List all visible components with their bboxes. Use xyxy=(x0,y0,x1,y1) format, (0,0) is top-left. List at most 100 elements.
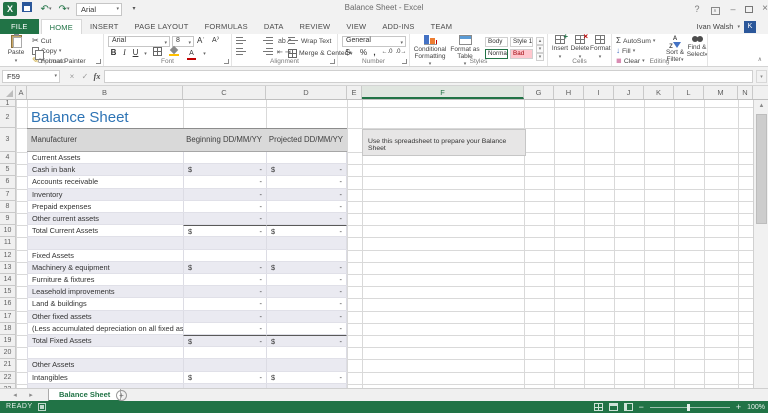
fill-button[interactable]: ↓Fill▾ xyxy=(616,46,655,56)
row-header-16[interactable]: 16 xyxy=(0,298,15,310)
cell-B22[interactable]: Intangibles xyxy=(27,372,183,383)
ribbon-tab-data[interactable]: DATA xyxy=(256,19,292,34)
align-center-icon[interactable] xyxy=(249,48,260,56)
row-header-21[interactable]: 21 xyxy=(0,359,15,371)
format-cells-button[interactable]: Format▾ xyxy=(590,35,610,60)
column-header-H[interactable]: H xyxy=(554,86,584,99)
align-bottom-icon[interactable] xyxy=(262,37,273,45)
number-format-select[interactable]: General▾ xyxy=(342,36,406,47)
underline-dropdown[interactable]: ▾ xyxy=(140,47,151,58)
align-left-icon[interactable] xyxy=(236,48,247,56)
cell-B15[interactable]: Leasehold improvements xyxy=(27,286,183,297)
save-button[interactable] xyxy=(21,2,33,16)
row-header-5[interactable]: 5 xyxy=(0,164,15,176)
cell-D21[interactable] xyxy=(266,359,347,370)
column-header-E[interactable]: E xyxy=(347,86,362,99)
restore-button[interactable] xyxy=(742,2,756,16)
cell-B9[interactable]: Other current assets xyxy=(27,213,183,224)
cut-button[interactable]: ✂Cut xyxy=(32,36,86,46)
row-header-11[interactable]: 11 xyxy=(0,237,15,249)
font-color-button[interactable]: A xyxy=(186,47,197,58)
font-family-select[interactable]: Arial▾ xyxy=(108,36,170,47)
column-header-D[interactable]: D xyxy=(266,86,347,99)
shrink-font-button[interactable]: Aˀ xyxy=(212,37,219,44)
cell-B6[interactable]: Accounts receivable xyxy=(27,176,183,187)
align-top-icon[interactable] xyxy=(236,37,247,45)
ribbon-tab-insert[interactable]: INSERT xyxy=(82,19,127,34)
row-header-1[interactable]: 1 xyxy=(0,100,15,107)
cell-D13[interactable]: $- xyxy=(266,262,347,273)
cell-C20[interactable] xyxy=(183,347,266,358)
ribbon-tab-view[interactable]: VIEW xyxy=(338,19,374,34)
cell-D18[interactable]: - xyxy=(266,323,347,334)
alignment-dialog-launcher[interactable] xyxy=(330,59,335,64)
cell-B18[interactable]: (Less accumulated depreciation on all fi… xyxy=(27,323,183,334)
cell-C11[interactable] xyxy=(183,237,266,248)
page-break-view-button[interactable] xyxy=(624,403,633,411)
formula-input[interactable] xyxy=(104,70,753,83)
column-header-F[interactable]: F xyxy=(362,86,524,99)
cell-D11[interactable] xyxy=(266,237,347,248)
column-header-C[interactable]: C xyxy=(183,86,266,99)
row-header-12[interactable]: 12 xyxy=(0,250,15,262)
cell-B19[interactable]: Total Fixed Assets xyxy=(27,335,183,346)
row-header-9[interactable]: 9 xyxy=(0,213,15,225)
enter-entry-button[interactable]: ✓ xyxy=(79,70,91,83)
cell-D12[interactable] xyxy=(266,250,347,261)
cell-C12[interactable] xyxy=(183,250,266,261)
worksheet-grid[interactable]: 1234567891011121314151617181920212223 Ba… xyxy=(0,100,768,388)
note-cell[interactable]: Use this spreadsheet to prepare your Bal… xyxy=(362,129,526,156)
ribbon-tab-review[interactable]: REVIEW xyxy=(292,19,339,34)
cell-D6[interactable]: - xyxy=(266,176,347,187)
cell-B11[interactable] xyxy=(27,237,183,248)
ribbon-display-options-button[interactable]: ∧ xyxy=(708,2,722,16)
user-account[interactable]: Ivan Walsh ▾ K xyxy=(697,19,756,34)
cell-B7[interactable]: Inventory xyxy=(27,189,183,200)
cell-B3[interactable]: Manufacturer xyxy=(27,129,183,151)
cell-C5[interactable]: $- xyxy=(183,164,266,175)
zoom-percentage[interactable]: 100% xyxy=(747,404,765,411)
comma-button[interactable]: , xyxy=(369,47,380,58)
row-header-19[interactable]: 19 xyxy=(0,335,15,347)
number-dialog-launcher[interactable] xyxy=(402,59,407,64)
cell-style-body[interactable]: Body xyxy=(485,37,508,47)
cell-D17[interactable]: - xyxy=(266,311,347,322)
row-header-4[interactable]: 4 xyxy=(0,152,15,164)
redo-button[interactable]: ↷▾ xyxy=(56,2,72,16)
bold-button[interactable]: B xyxy=(108,47,119,58)
find-select-button[interactable]: Find & Select▾ xyxy=(686,35,708,58)
row-header-17[interactable]: 17 xyxy=(0,311,15,323)
wrap-text-button[interactable]: Wrap Text xyxy=(288,36,331,46)
align-right-icon[interactable] xyxy=(262,48,273,56)
borders-button[interactable] xyxy=(152,47,163,58)
column-header-A[interactable]: A xyxy=(16,86,27,99)
row-header-13[interactable]: 13 xyxy=(0,262,15,274)
cell-D19[interactable]: $- xyxy=(266,335,347,346)
cell-C19[interactable]: $- xyxy=(183,335,266,346)
styles-scroll-up[interactable]: ▴ xyxy=(536,37,544,45)
row-header-20[interactable]: 20 xyxy=(0,347,15,359)
row-header-10[interactable]: 10 xyxy=(0,225,15,237)
page-layout-view-button[interactable] xyxy=(609,403,618,411)
insert-cells-button[interactable]: + Insert▾ xyxy=(550,35,570,60)
cell-D7[interactable]: - xyxy=(266,189,347,200)
accounting-format-button[interactable]: $▾ xyxy=(342,47,356,58)
cell-B21[interactable]: Other Assets xyxy=(27,359,183,370)
styles-scroll-down[interactable]: ▾ xyxy=(536,45,544,53)
cell-D15[interactable]: - xyxy=(266,286,347,297)
column-header-I[interactable]: I xyxy=(584,86,614,99)
ribbon-tab-formulas[interactable]: FORMULAS xyxy=(197,19,256,34)
cell-C21[interactable] xyxy=(183,359,266,370)
expand-formula-bar-button[interactable]: ▾ xyxy=(756,70,767,83)
cell-C22[interactable]: $- xyxy=(183,372,266,383)
cell-B17[interactable]: Other fixed assets xyxy=(27,311,183,322)
zoom-in-button[interactable]: + xyxy=(736,401,741,413)
normal-view-button[interactable] xyxy=(594,403,603,411)
select-all-corner[interactable] xyxy=(0,86,16,99)
increase-decimal-button[interactable]: ←.0 xyxy=(380,47,394,58)
cancel-entry-button[interactable]: × xyxy=(66,70,78,83)
cell-C6[interactable]: - xyxy=(183,176,266,187)
column-header-J[interactable]: J xyxy=(614,86,644,99)
cell-D10[interactable]: $- xyxy=(266,225,347,236)
cell-C15[interactable]: - xyxy=(183,286,266,297)
